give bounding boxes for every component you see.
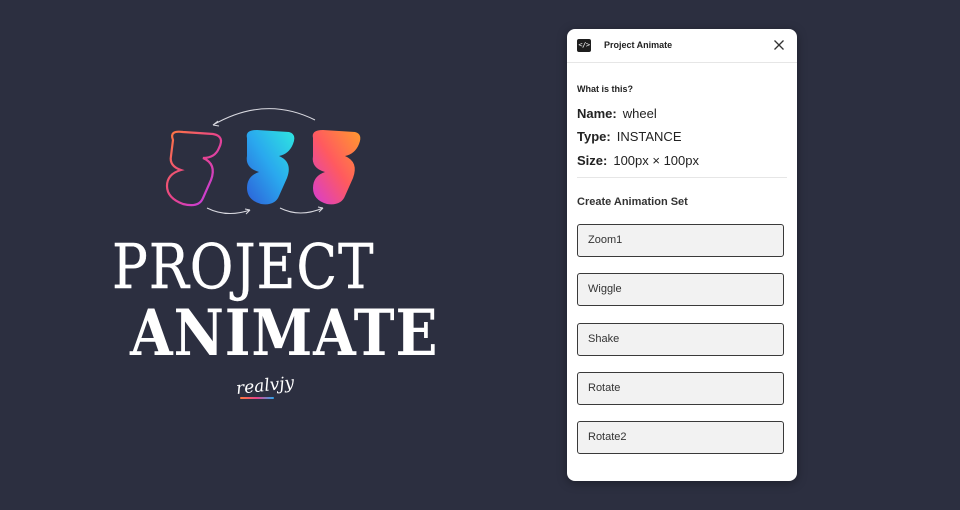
name-value: wheel	[622, 106, 657, 121]
canvas: PROJECT ANIMATE realvjy </> Project Anim…	[0, 0, 960, 510]
info-name-row: Name: wheel	[577, 106, 657, 121]
animation-set-heading: Create Animation Set	[577, 196, 688, 208]
type-key: Type:	[577, 129, 611, 144]
type-value: INSTANCE	[616, 129, 682, 144]
divider	[577, 177, 787, 178]
name-key: Name:	[577, 106, 617, 121]
project-animate-logo-art	[165, 108, 361, 215]
info-heading: What is this?	[577, 84, 633, 94]
signature-underline	[240, 397, 274, 399]
animation-button-shake[interactable]: Shake	[577, 323, 784, 356]
author-signature: realvjy	[235, 373, 296, 399]
panel-header: </> Project Animate	[567, 29, 797, 63]
panel-title: Project Animate	[604, 40, 673, 50]
animation-button-zoom1[interactable]: Zoom1	[577, 224, 784, 257]
close-icon[interactable]	[771, 37, 787, 53]
info-type-row: Type: INSTANCE	[577, 129, 681, 144]
plugin-panel: </> Project Animate What is this? Name: w…	[567, 29, 797, 481]
info-size-row: Size: 100px × 100px	[577, 153, 699, 168]
brand-title-line1: PROJECT	[112, 230, 375, 303]
animation-button-rotate[interactable]: Rotate	[577, 372, 784, 405]
size-value: 100px × 100px	[613, 153, 699, 168]
code-icon: </>	[577, 39, 591, 52]
size-key: Size:	[577, 153, 608, 168]
animation-button-rotate2[interactable]: Rotate2	[577, 421, 784, 454]
animation-button-wiggle[interactable]: Wiggle	[577, 273, 784, 306]
brand-title-line2: ANIMATE	[130, 296, 439, 371]
